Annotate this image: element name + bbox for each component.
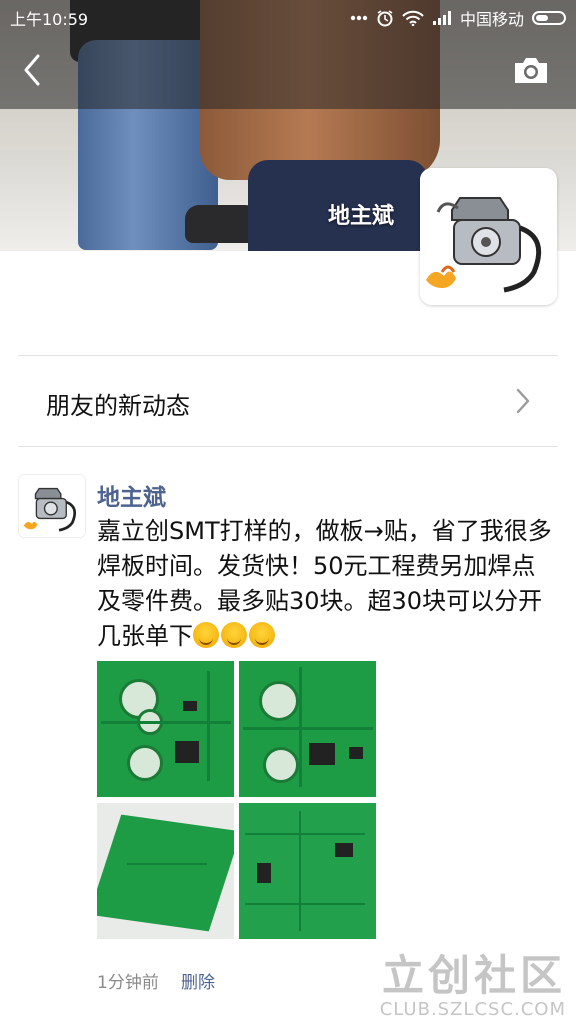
watermark: 立创社区 CLUB.SZLCSC.COM — [380, 942, 566, 1020]
more-dots-icon — [350, 15, 368, 21]
profile-avatar[interactable] — [420, 168, 557, 305]
post-text: 嘉立创SMT打样的，做板→贴，省了我很多焊板时间。发货快！50元工程费另加焊点及… — [97, 517, 552, 650]
post-timestamp: 1分钟前 — [97, 973, 159, 993]
pcb-photo-1[interactable] — [97, 661, 234, 797]
status-time: 上午10:59 — [10, 10, 89, 29]
profile-name: 地主斌 — [328, 204, 395, 229]
smiling-face-icon — [249, 622, 275, 648]
smiling-face-icon — [221, 622, 247, 648]
smiling-face-icon — [193, 622, 219, 648]
signal-icon — [432, 11, 451, 25]
post-author[interactable]: 地主斌 — [97, 478, 166, 512]
watermark-title: 立创社区 — [381, 951, 566, 1000]
post-content: 嘉立创SMT打样的，做板→贴，省了我很多焊板时间。发货快！50元工程费另加焊点及… — [97, 514, 552, 654]
post-avatar[interactable] — [18, 474, 86, 538]
camera-icon[interactable] — [512, 54, 550, 86]
chevron-left-icon[interactable] — [18, 52, 48, 88]
divider-bottom — [18, 446, 558, 447]
wifi-icon — [402, 10, 424, 26]
chevron-right-icon — [516, 388, 530, 414]
friends-updates-label: 朋友的新动态 — [46, 392, 190, 420]
friends-updates-row[interactable]: 朋友的新动态 — [18, 356, 558, 446]
watermark-url: CLUB.SZLCSC.COM — [379, 999, 566, 1020]
pcb-photo-4[interactable] — [239, 803, 376, 939]
alarm-icon — [377, 10, 393, 27]
delete-button[interactable]: 删除 — [181, 968, 215, 993]
battery-icon — [532, 11, 566, 25]
status-bar: 上午10:59 中国移动 — [0, 0, 576, 32]
post-photo-grid — [97, 661, 379, 939]
pcb-photo-2[interactable] — [239, 661, 376, 797]
carrier-name: 中国移动 — [459, 10, 524, 29]
status-icons: 中国移动 — [350, 6, 566, 30]
engine-avatar-icon — [21, 475, 83, 537]
engine-avatar-icon — [420, 168, 557, 305]
pcb-photo-3[interactable] — [97, 803, 234, 939]
